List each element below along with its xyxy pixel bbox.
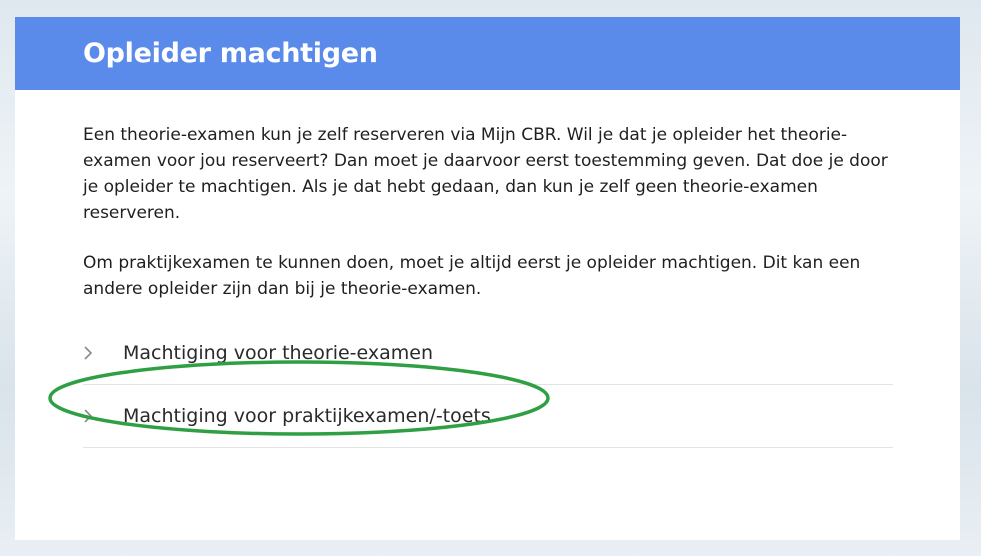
chevron-right-icon	[83, 408, 123, 424]
card-body: Een theorie-examen kun je zelf reservere…	[15, 90, 960, 448]
chevron-right-icon	[83, 345, 123, 361]
praktijk-paragraph: Om praktijkexamen te kunnen doen, moet j…	[83, 253, 861, 299]
accordion-item-theorie[interactable]: Machtiging voor theorie-examen	[83, 322, 893, 385]
intro-paragraph: Een theorie-examen kun je zelf reservere…	[83, 125, 888, 223]
page-title: Opleider machtigen	[83, 38, 378, 69]
machtiging-accordion: Machtiging voor theorie-examen Machtigin…	[83, 322, 893, 448]
card-header: Opleider machtigen	[15, 17, 960, 90]
accordion-label: Machtiging voor praktijkexamen/-toets	[123, 405, 491, 427]
machtigen-card: Opleider machtigen Een theorie-examen ku…	[15, 17, 960, 540]
accordion-label: Machtiging voor theorie-examen	[123, 342, 434, 364]
accordion-item-praktijk[interactable]: Machtiging voor praktijkexamen/-toets	[83, 385, 893, 448]
